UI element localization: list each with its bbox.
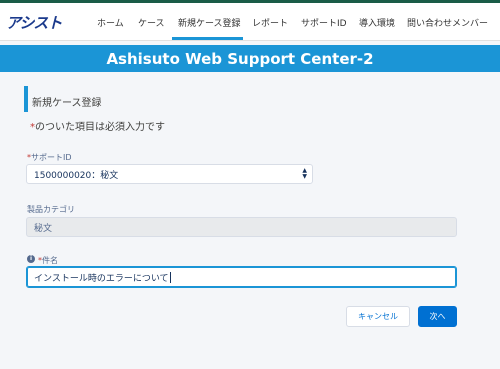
required-note-text: のついた項目は必須入力です [35,122,165,133]
nav-reports[interactable]: レポート [252,16,288,29]
nav-home[interactable]: ホーム [97,16,124,29]
support-id-select[interactable]: 1500000020：秘文 ▲ ▼ [26,164,313,184]
company-logo[interactable]: アシスト [6,12,62,33]
support-id-value: 1500000020：秘文 [34,170,119,181]
nav-environment[interactable]: 導入環境 [359,16,395,29]
support-id-label: *サポートID [27,152,72,163]
support-id-label-text: サポートID [31,153,72,162]
updown-arrows-icon: ▲ ▼ [302,167,307,180]
subject-label-text: 件名 [42,256,58,265]
subject-label: *件名 [38,255,58,266]
product-category-field: 秘文 [26,217,457,237]
nav-contact-members[interactable]: 問い合わせメンバー [407,16,488,29]
active-nav-indicator [172,37,243,40]
required-note: *のついた項目は必須入力です [30,118,165,133]
product-category-value: 秘文 [34,223,53,234]
cancel-button[interactable]: キャンセル [346,306,410,327]
info-icon[interactable]: i [27,255,35,263]
product-category-label: 製品カテゴリ [27,205,75,214]
next-button[interactable]: 次へ [418,306,457,327]
subject-value: インストール時のエラーについて [34,273,169,284]
banner-title: Ashisuto Web Support Center-2 [106,50,374,68]
page-title: 新規ケース登録 [32,98,102,109]
nav-new-case[interactable]: 新規ケース登録 [178,16,241,29]
text-cursor [169,271,171,283]
section-accent-bar [24,86,28,112]
top-navigation-bar: アシスト ホーム ケース 新規ケース登録 レポート サポートID 導入環境 問い… [0,3,500,41]
nav-cases[interactable]: ケース [138,16,165,29]
nav-support-id[interactable]: サポートID [301,16,347,29]
site-banner: Ashisuto Web Support Center-2 [0,45,500,72]
subject-input[interactable]: インストール時のエラーについて [26,266,457,288]
